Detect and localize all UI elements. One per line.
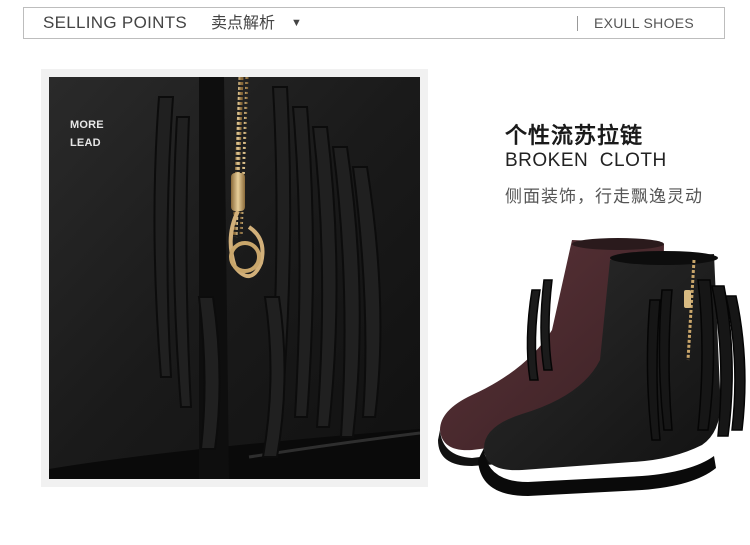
brand-name: EXULL SHOES (594, 15, 695, 31)
fringe-closeup-image (49, 77, 420, 479)
feature-subtitle: BROKEN CLOTH (505, 150, 667, 171)
photo-overlay-line1: MORE (70, 119, 104, 131)
feature-description: 侧面装饰，行走飘逸灵动 (505, 187, 703, 207)
product-image (432, 230, 750, 500)
header-title-cn[interactable]: 卖点解析 (211, 8, 275, 38)
detail-photo: MORE LEAD (49, 77, 420, 479)
header-title-en: SELLING POINTS (43, 13, 188, 32)
feature-title: 个性流苏拉链 (505, 124, 644, 149)
caret-down-icon[interactable]: ▼ (291, 8, 302, 38)
ankle-boots-image (438, 238, 746, 496)
selling-points-header: SELLING POINTS 卖点解析 ▼ EXULL SHOES (23, 7, 725, 39)
header-divider (577, 16, 578, 31)
photo-overlay-line2: LEAD (70, 137, 101, 149)
